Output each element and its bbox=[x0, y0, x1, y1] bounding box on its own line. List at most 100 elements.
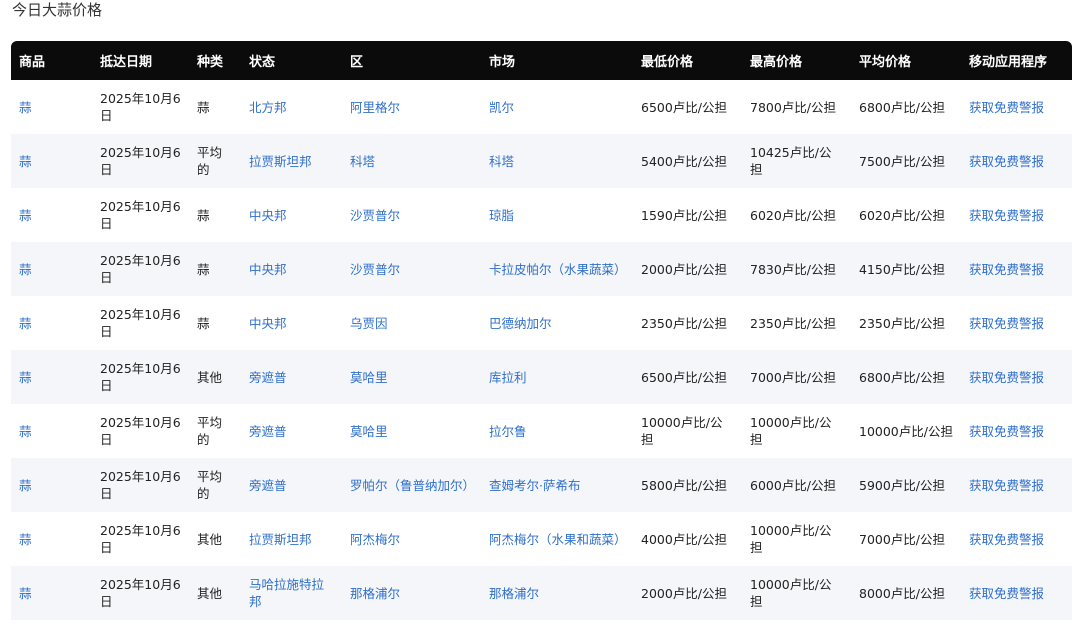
get-free-alert-link-cell: 获取免费警报 bbox=[961, 134, 1072, 188]
cell-variety: 平均的 bbox=[197, 469, 223, 501]
page-title: 今日大蒜价格 bbox=[12, 1, 103, 19]
cell-max-price: 7000卢比/公担 bbox=[750, 369, 837, 385]
cell-min-price-cell: 2000卢比/公担 bbox=[633, 242, 742, 296]
cell-commodity-cell: 蒜 bbox=[11, 404, 92, 458]
cell-min-price: 2000卢比/公担 bbox=[641, 585, 728, 601]
cell-variety: 其他 bbox=[197, 585, 223, 601]
cell-market[interactable]: 查姆考尔·萨希布 bbox=[489, 478, 580, 493]
cell-arrival-date-cell: 2025年10月6日 bbox=[92, 296, 189, 350]
cell-market[interactable]: 巴德纳加尔 bbox=[489, 316, 552, 331]
cell-commodity-cell: 蒜 bbox=[11, 350, 92, 404]
cell-district[interactable]: 罗帕尔（鲁普纳加尔） bbox=[350, 478, 475, 493]
cell-arrival-date: 2025年10月6日 bbox=[100, 523, 181, 555]
cell-district[interactable]: 那格浦尔 bbox=[350, 586, 400, 601]
cell-commodity[interactable]: 蒜 bbox=[19, 208, 32, 223]
cell-market[interactable]: 拉尔鲁 bbox=[489, 424, 527, 439]
cell-arrival-date: 2025年10月6日 bbox=[100, 307, 181, 339]
cell-min-price-cell: 6500卢比/公担 bbox=[633, 80, 742, 134]
get-free-alert-link[interactable]: 获取免费警报 bbox=[969, 262, 1044, 277]
header-market: 市场 bbox=[481, 41, 633, 80]
cell-commodity[interactable]: 蒜 bbox=[19, 370, 32, 385]
cell-avg-price: 6800卢比/公担 bbox=[859, 99, 946, 115]
get-free-alert-link[interactable]: 获取免费警报 bbox=[969, 100, 1044, 115]
get-free-alert-link[interactable]: 获取免费警报 bbox=[969, 424, 1044, 439]
get-free-alert-link[interactable]: 获取免费警报 bbox=[969, 478, 1044, 493]
cell-max-price-cell: 10000卢比/公担 bbox=[742, 566, 851, 620]
cell-market-cell: 凯尔 bbox=[481, 80, 633, 134]
cell-commodity-cell: 蒜 bbox=[11, 242, 92, 296]
cell-district-cell: 乌贾因 bbox=[342, 296, 481, 350]
table-row: 蒜 2025年10月6日 其他 拉贾斯坦邦 阿杰梅尔 阿杰梅尔（水果和蔬菜） 4000卢比/… bbox=[11, 512, 1072, 566]
header-state: 状态 bbox=[241, 41, 342, 80]
cell-commodity[interactable]: 蒜 bbox=[19, 478, 32, 493]
cell-state[interactable]: 中央邦 bbox=[249, 208, 287, 223]
cell-max-price-cell: 7000卢比/公担 bbox=[742, 350, 851, 404]
get-free-alert-link[interactable]: 获取免费警报 bbox=[969, 154, 1044, 169]
cell-commodity[interactable]: 蒜 bbox=[19, 262, 32, 277]
cell-district[interactable]: 乌贾因 bbox=[350, 316, 388, 331]
cell-district-cell: 那格浦尔 bbox=[342, 566, 481, 620]
cell-commodity[interactable]: 蒜 bbox=[19, 586, 32, 601]
get-free-alert-link[interactable]: 获取免费警报 bbox=[969, 532, 1044, 547]
get-free-alert-link[interactable]: 获取免费警报 bbox=[969, 316, 1044, 331]
cell-state[interactable]: 拉贾斯坦邦 bbox=[249, 154, 312, 169]
cell-district[interactable]: 沙贾普尔 bbox=[350, 262, 400, 277]
get-free-alert-link[interactable]: 获取免费警报 bbox=[969, 586, 1044, 601]
cell-market[interactable]: 阿杰梅尔（水果和蔬菜） bbox=[489, 532, 627, 547]
get-free-alert-link-cell: 获取免费警报 bbox=[961, 296, 1072, 350]
cell-district[interactable]: 莫哈里 bbox=[350, 370, 388, 385]
cell-state[interactable]: 旁遮普 bbox=[249, 424, 287, 439]
cell-district[interactable]: 莫哈里 bbox=[350, 424, 388, 439]
cell-market[interactable]: 库拉利 bbox=[489, 370, 527, 385]
cell-market[interactable]: 科塔 bbox=[489, 154, 514, 169]
cell-max-price-cell: 10425卢比/公担 bbox=[742, 134, 851, 188]
cell-market[interactable]: 琼脂 bbox=[489, 208, 514, 223]
table-row: 蒜 2025年10月6日蒜北方邦 阿里格尔 凯尔 6500卢比/公担 7800卢比/公担 6… bbox=[11, 80, 1072, 134]
cell-market[interactable]: 卡拉皮帕尔（水果蔬菜） bbox=[489, 262, 627, 277]
cell-state-cell: 中央邦 bbox=[241, 296, 342, 350]
cell-market-cell: 查姆考尔·萨希布 bbox=[481, 458, 633, 512]
cell-arrival-date-cell: 2025年10月6日 bbox=[92, 404, 189, 458]
cell-state-cell: 旁遮普 bbox=[241, 458, 342, 512]
cell-market[interactable]: 凯尔 bbox=[489, 100, 514, 115]
get-free-alert-link-cell: 获取免费警报 bbox=[961, 512, 1072, 566]
table-row: 蒜 2025年10月6日蒜中央邦 沙贾普尔 琼脂 1590卢比/公担 6020卢比/公担 6… bbox=[11, 188, 1072, 242]
cell-arrival-date-cell: 2025年10月6日 bbox=[92, 242, 189, 296]
cell-market[interactable]: 那格浦尔 bbox=[489, 586, 539, 601]
cell-max-price: 7800卢比/公担 bbox=[750, 99, 837, 115]
cell-commodity[interactable]: 蒜 bbox=[19, 154, 32, 169]
cell-variety-cell: 其他 bbox=[189, 350, 241, 404]
cell-district[interactable]: 科塔 bbox=[350, 154, 375, 169]
cell-variety-cell: 蒜 bbox=[189, 296, 241, 350]
get-free-alert-link[interactable]: 获取免费警报 bbox=[969, 370, 1044, 385]
cell-avg-price: 6020卢比/公担 bbox=[859, 207, 946, 223]
get-free-alert-link[interactable]: 获取免费警报 bbox=[969, 208, 1044, 223]
cell-commodity[interactable]: 蒜 bbox=[19, 424, 32, 439]
cell-market-cell: 卡拉皮帕尔（水果蔬菜） bbox=[481, 242, 633, 296]
cell-state[interactable]: 北方邦 bbox=[249, 100, 287, 115]
cell-variety: 蒜 bbox=[197, 207, 210, 223]
cell-variety-cell: 蒜 bbox=[189, 188, 241, 242]
cell-state[interactable]: 拉贾斯坦邦 bbox=[249, 532, 312, 547]
cell-avg-price-cell: 7500卢比/公担 bbox=[851, 134, 961, 188]
cell-min-price: 1590卢比/公担 bbox=[641, 207, 728, 223]
cell-state[interactable]: 旁遮普 bbox=[249, 478, 287, 493]
cell-commodity[interactable]: 蒜 bbox=[19, 532, 32, 547]
cell-state[interactable]: 中央邦 bbox=[249, 262, 287, 277]
cell-avg-price-cell: 10000卢比/公担 bbox=[851, 404, 961, 458]
cell-state[interactable]: 旁遮普 bbox=[249, 370, 287, 385]
cell-commodity[interactable]: 蒜 bbox=[19, 316, 32, 331]
cell-state[interactable]: 中央邦 bbox=[249, 316, 287, 331]
cell-min-price-cell: 2000卢比/公担 bbox=[633, 566, 742, 620]
cell-state-cell: 中央邦 bbox=[241, 188, 342, 242]
cell-district[interactable]: 阿里格尔 bbox=[350, 100, 400, 115]
cell-district[interactable]: 沙贾普尔 bbox=[350, 208, 400, 223]
cell-district-cell: 莫哈里 bbox=[342, 350, 481, 404]
cell-state[interactable]: 马哈拉施特拉邦 bbox=[249, 577, 324, 609]
cell-commodity-cell: 蒜 bbox=[11, 566, 92, 620]
cell-district[interactable]: 阿杰梅尔 bbox=[350, 532, 400, 547]
get-free-alert-link-cell: 获取免费警报 bbox=[961, 80, 1072, 134]
cell-commodity[interactable]: 蒜 bbox=[19, 100, 32, 115]
header-mobile-app: 移动应用程序 bbox=[961, 41, 1072, 80]
cell-variety-cell: 其他 bbox=[189, 566, 241, 620]
